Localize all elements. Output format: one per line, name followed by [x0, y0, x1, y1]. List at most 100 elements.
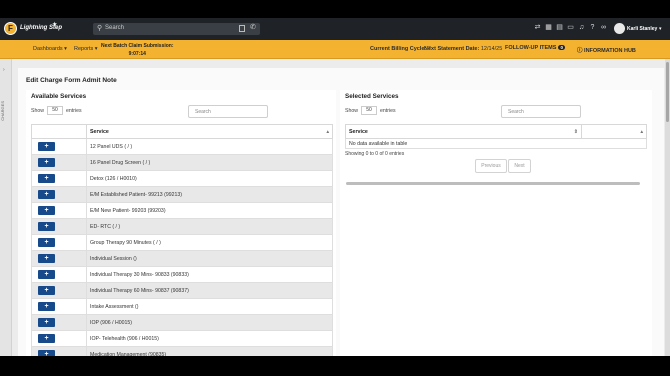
service-column-label: Service [349, 128, 368, 135]
nav-dashboards[interactable]: Dashboards ▾ [33, 46, 67, 52]
add-service-button[interactable]: + [38, 174, 55, 183]
add-cell: + [31, 298, 87, 315]
link-icon[interactable]: ∞ [600, 24, 607, 32]
help-icon[interactable]: ? [589, 24, 596, 32]
batch-claim-time: 9:07:14 [128, 51, 146, 57]
billing-cycle-label: Current Billing Cycle: [370, 46, 427, 52]
add-service-button[interactable]: + [38, 238, 55, 247]
table-row: + Intake Assessment () [31, 298, 333, 315]
sort-asc-icon[interactable]: ▴ [326, 129, 329, 135]
next-page-button[interactable]: Next [508, 159, 531, 173]
add-service-button[interactable]: + [38, 350, 55, 356]
table-row: + Individual Therapy 60 Mins- 90837 (9083… [31, 282, 333, 299]
app-window: F Lightning Step ★ ⚲ Search ✆ ⇄ ▦ ▤ ▭ ♫ … [0, 18, 670, 356]
table-row: + Individual Session () [31, 250, 333, 267]
add-service-button[interactable]: + [38, 142, 55, 151]
table-row: + Individual Therapy 30 Mins- 90833 (9083… [31, 266, 333, 283]
add-cell: + [31, 186, 87, 203]
add-cell: + [31, 330, 87, 347]
available-entries-select[interactable]: 50 [46, 106, 63, 115]
bell-icon[interactable]: ♫ [578, 24, 585, 32]
add-service-button[interactable]: + [38, 158, 55, 167]
billing-cycle: Current Billing Cycle: 7 [370, 46, 431, 52]
selected-search-input[interactable]: Search [501, 105, 581, 118]
main-content: Edit Charge Form Admit Note Available Se… [18, 68, 664, 356]
add-cell: + [31, 314, 87, 331]
phone-icon[interactable]: ✆ [250, 23, 256, 31]
add-cell: + [31, 170, 87, 187]
batch-claim-label: Next Batch Claim Submission: [101, 43, 174, 49]
service-column-header[interactable]: Service ▴ [86, 124, 333, 139]
horizontal-scrollbar[interactable] [346, 182, 640, 185]
service-name: IOP- Telehealth (906 / H0015) [86, 330, 333, 347]
add-service-button[interactable]: + [38, 206, 55, 215]
service-name: Individual Session () [86, 250, 333, 267]
information-hub-label: INFORMATION HUB [584, 48, 636, 54]
add-cell: + [31, 282, 87, 299]
follow-up-items-label: FOLLOW-UP ITEMS [505, 45, 557, 51]
page-scrollbar[interactable] [665, 59, 670, 356]
service-name: Detox (126 / H0010) [86, 170, 333, 187]
nav-reports[interactable]: Reports ▾ [74, 46, 98, 52]
add-service-button[interactable]: + [38, 190, 55, 199]
add-service-button[interactable]: + [38, 286, 55, 295]
available-services-title: Available Services [31, 93, 87, 100]
document-icon[interactable]: ▤ [556, 24, 563, 32]
selected-services-title: Selected Services [345, 93, 399, 100]
main-nav: Dashboards ▾ Reports ▾ Next Batch Claim … [0, 40, 670, 59]
previous-page-button[interactable]: Previous [475, 159, 507, 173]
service-name: Individual Therapy 30 Mins- 90833 (90833… [86, 266, 333, 283]
table-row: + IOP- Telehealth (906 / H0015) [31, 330, 333, 347]
action-column-header[interactable]: ▴ [581, 124, 647, 139]
sort-asc-icon[interactable]: ▴ [640, 129, 643, 135]
service-name: IOP (906 / H0015) [86, 314, 333, 331]
chat-icon[interactable]: ▭ [567, 24, 574, 32]
service-name: E/M New Patient- 99203 (99203) [86, 202, 333, 219]
sidebar-vertical-label[interactable]: CHARGES [0, 101, 12, 121]
add-service-button[interactable]: + [38, 318, 55, 327]
add-cell: + [31, 202, 87, 219]
expand-sidebar-icon[interactable]: › [3, 67, 5, 73]
table-row: + E/M New Patient- 99203 (99203) [31, 202, 333, 219]
service-name: Medication Management (90835) [86, 346, 333, 356]
sort-icon[interactable]: ⇕ [574, 129, 578, 135]
page-title: Edit Charge Form Admit Note [26, 77, 117, 84]
toolbar-icons: ⇄ ▦ ▤ ▭ ♫ ? ∞ [534, 24, 607, 32]
entries-label: entries [379, 107, 396, 114]
add-column-header [31, 124, 87, 139]
follow-up-count-badge: 0 [558, 45, 565, 50]
info-icon: ⓘ [577, 48, 583, 54]
add-service-button[interactable]: + [38, 302, 55, 311]
transfer-icon[interactable]: ⇄ [534, 24, 541, 32]
add-cell: + [31, 154, 87, 171]
table-row: + E/M Established Patient- 99213 (99213) [31, 186, 333, 203]
add-service-button[interactable]: + [38, 222, 55, 231]
add-cell: + [31, 138, 87, 155]
table-row: + Detox (126 / H0010) [31, 170, 333, 187]
calendar-icon[interactable] [239, 25, 245, 32]
available-services-panel: Available Services Show 50 entries Searc… [26, 90, 336, 356]
chevron-down-icon[interactable]: ▾ [659, 26, 662, 32]
available-search-input[interactable]: Search [188, 105, 268, 118]
add-cell: + [31, 346, 87, 356]
information-hub-button[interactable]: ⓘ INFORMATION HUB [577, 46, 636, 54]
add-service-button[interactable]: + [38, 254, 55, 263]
add-service-button[interactable]: + [38, 270, 55, 279]
calendar-small-icon[interactable]: ▦ [545, 24, 552, 32]
selected-entries-control: Show 50 entries [345, 106, 396, 115]
service-column-header[interactable]: Service ⇕ [345, 124, 582, 139]
page-scrollbar-thumb[interactable] [666, 62, 669, 122]
available-entries-control: Show 50 entries [31, 106, 82, 115]
app-logo[interactable]: F [4, 22, 17, 35]
selected-table-info: Showing 0 to 0 of 0 entries [345, 151, 405, 157]
selected-entries-select[interactable]: 50 [360, 106, 377, 115]
user-name[interactable]: Karli Stanley [627, 26, 657, 32]
global-search[interactable]: ⚲ Search ✆ [93, 23, 260, 35]
star-icon[interactable]: ★ [52, 21, 57, 28]
follow-up-items-button[interactable]: FOLLOW-UP ITEMS 0 [505, 45, 565, 51]
top-bar: F Lightning Step ★ ⚲ Search ✆ ⇄ ▦ ▤ ▭ ♫ … [0, 18, 670, 40]
service-name: E/M Established Patient- 99213 (99213) [86, 186, 333, 203]
avatar[interactable] [614, 23, 625, 34]
global-search-placeholder: Search [105, 25, 125, 31]
add-service-button[interactable]: + [38, 334, 55, 343]
